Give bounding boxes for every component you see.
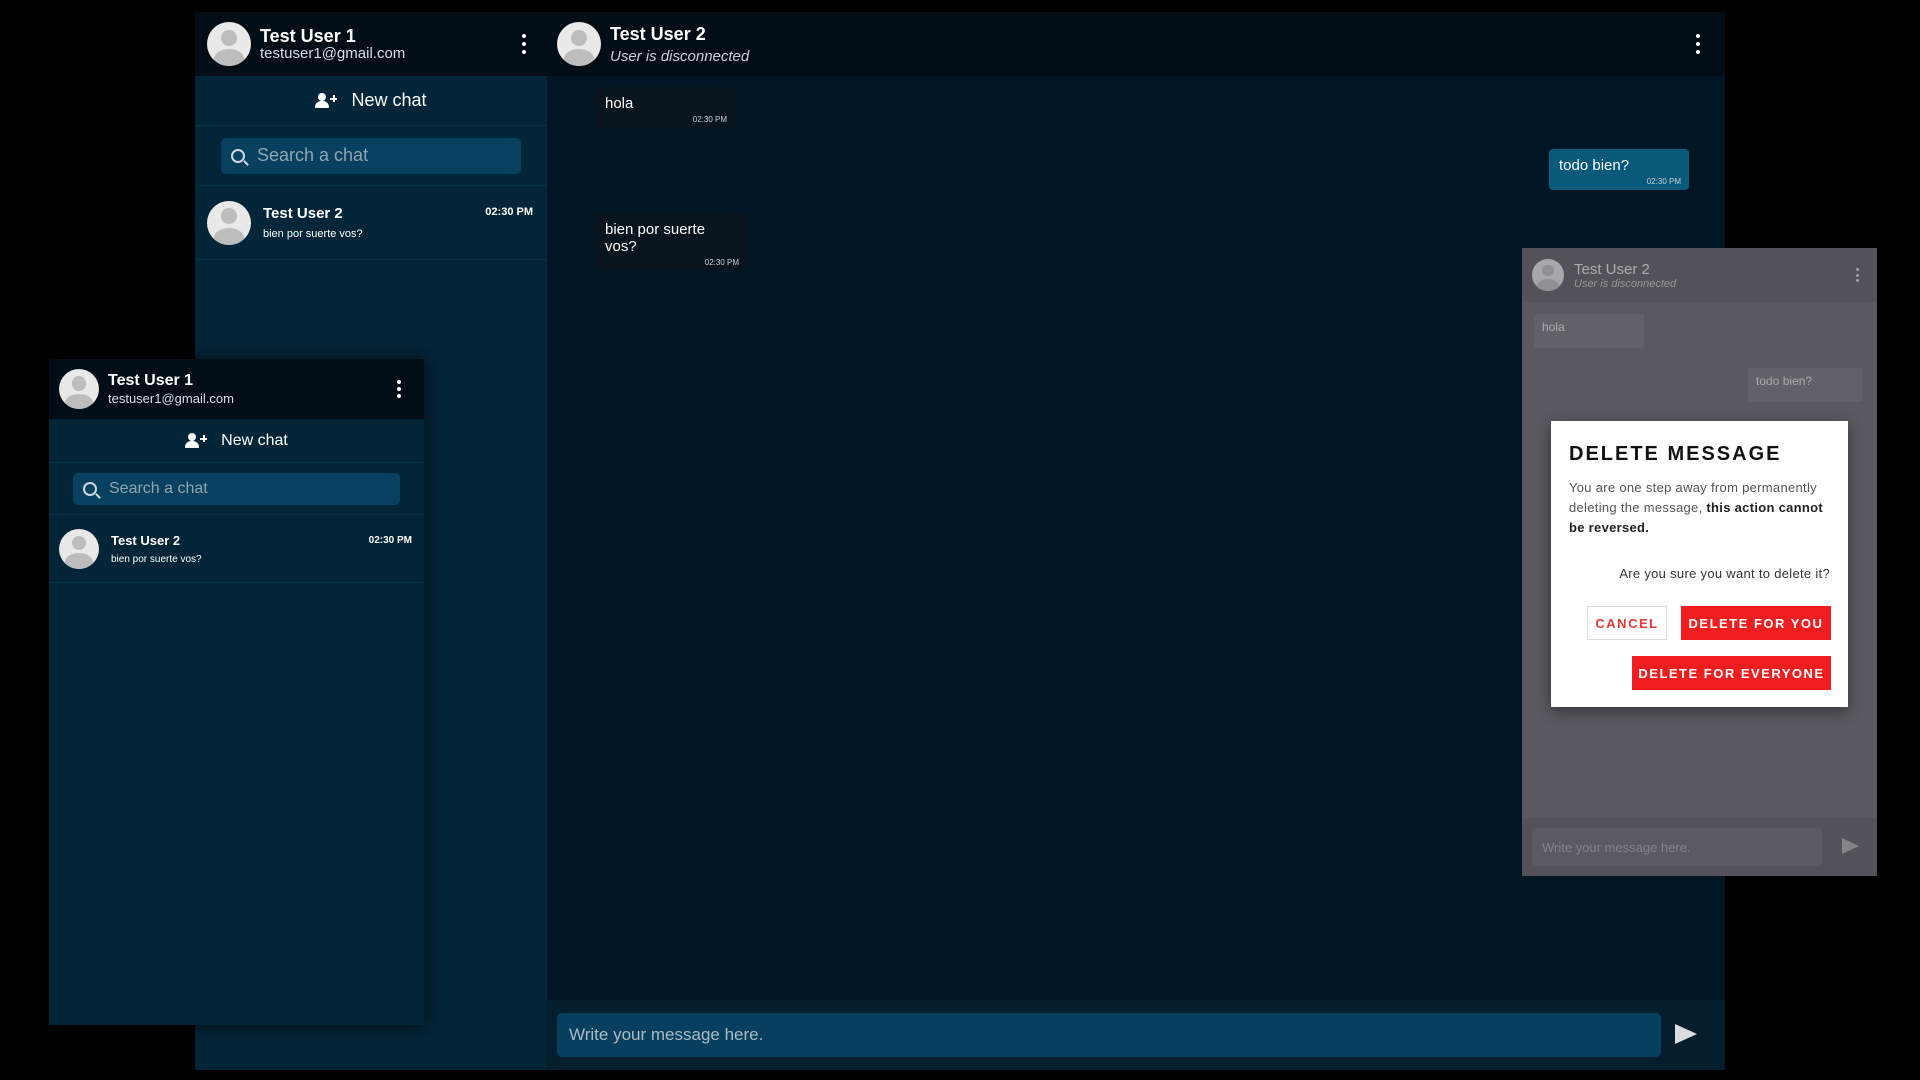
message-text: todo bien? [1559, 157, 1630, 174]
message-time: 02:30 PM [692, 115, 727, 124]
new-chat-button[interactable]: New chat [49, 419, 424, 463]
search-input[interactable] [257, 145, 497, 166]
message-bubble: todo bien? [1748, 368, 1863, 402]
new-chat-label: New chat [351, 90, 427, 110]
chat-item-time: 02:30 PM [368, 535, 412, 546]
send-icon [1842, 838, 1859, 854]
search-box[interactable] [73, 472, 400, 505]
delete-message-dialog: DELETE MESSAGE You are one step away fro… [1551, 421, 1848, 707]
delete-for-you-button[interactable]: DELETE FOR YOU [1681, 606, 1831, 640]
sidebar-menu-icon[interactable] [521, 34, 527, 54]
message-bubble[interactable]: todo bien? 02:30 PM [1549, 149, 1689, 190]
contact-name: Test User 2 [610, 23, 706, 44]
search-box[interactable] [221, 137, 521, 174]
message-text: hola [605, 95, 634, 112]
message-composer [547, 1000, 1725, 1070]
main-app-window: Test User 1 testuser1@gmail.com New chat… [195, 12, 1725, 1070]
avatar[interactable] [207, 22, 251, 66]
current-user-name: Test User 1 [260, 26, 356, 46]
message-text: hola [1542, 320, 1565, 334]
dialog-body: You are one step away from permanently d… [1569, 478, 1830, 538]
user-plus-icon [185, 432, 208, 449]
message-bubble: hola [1534, 314, 1644, 348]
search-input[interactable] [109, 479, 349, 498]
chat-item-name: Test User 2 [111, 532, 181, 548]
message-time: 02:30 PM [1646, 177, 1681, 186]
avatar[interactable] [557, 22, 601, 66]
current-user-info: Test User 1 testuser1@gmail.com [260, 26, 405, 62]
avatar [207, 200, 251, 245]
new-chat-button[interactable]: New chat [195, 76, 547, 126]
chat-list-item[interactable]: Test User 2 bien por suerte vos? 02:30 P… [195, 186, 547, 260]
contact-status: User is disconnected [610, 47, 750, 65]
message-time: 02:30 PM [704, 258, 739, 267]
avatar[interactable] [59, 369, 99, 409]
search-bar [49, 463, 424, 515]
chat-item-name: Test User 2 [263, 205, 343, 222]
current-user-email: testuser1@gmail.com [108, 391, 234, 406]
avatar [1532, 259, 1564, 291]
chat-list-item[interactable]: Test User 2 bien por suerte vos? 02:30 P… [49, 515, 424, 583]
message-input[interactable] [557, 1013, 1661, 1057]
mobile-conversation-window: Test User 2 User is disconnected hola to… [1522, 248, 1877, 876]
new-chat-label: New chat [221, 431, 288, 449]
contact-name: Test User 2 [1574, 260, 1650, 278]
current-user-name: Test User 1 [108, 372, 194, 389]
conversation-menu-icon[interactable] [1695, 34, 1701, 54]
dialog-question: Are you sure you want to delete it? [1619, 566, 1830, 581]
delete-for-everyone-button[interactable]: DELETE FOR EVERYONE [1632, 656, 1831, 690]
dialog-title: DELETE MESSAGE [1569, 443, 1782, 465]
message-input: Write your message here. [1532, 828, 1822, 866]
sidebar-header: Test User 1 testuser1@gmail.com [195, 12, 547, 76]
conversation-header: Test User 2 User is disconnected [1522, 248, 1877, 302]
message-bubble[interactable]: hola 02:30 PM [595, 87, 735, 128]
current-user-email: testuser1@gmail.com [260, 45, 406, 62]
sidebar-menu-icon[interactable] [396, 380, 402, 398]
sidebar-header: Test User 1 testuser1@gmail.com [49, 359, 424, 419]
send-icon[interactable] [1675, 1024, 1697, 1044]
message-bubble[interactable]: bien por suerte vos? 02:30 PM [595, 213, 747, 271]
contact-status: User is disconnected [1574, 277, 1677, 290]
avatar [59, 528, 99, 569]
cancel-button[interactable]: CANCEL [1587, 606, 1667, 640]
search-icon [83, 481, 97, 496]
user-plus-icon [315, 92, 338, 109]
search-icon [231, 148, 245, 163]
chat-item-last-message: bien por suerte vos? [263, 228, 363, 240]
message-text: todo bien? [1756, 374, 1813, 388]
conversation-header: Test User 2 User is disconnected [547, 12, 1725, 76]
chat-item-last-message: bien por suerte vos? [111, 553, 202, 565]
conversation-menu-icon [1856, 268, 1859, 282]
chat-item-time: 02:30 PM [485, 206, 533, 218]
message-composer: Write your message here. [1522, 818, 1877, 876]
message-text: bien por suerte vos? [605, 221, 706, 255]
mobile-sidebar-window: Test User 1 testuser1@gmail.com New chat… [49, 359, 424, 1025]
search-bar [195, 126, 547, 186]
